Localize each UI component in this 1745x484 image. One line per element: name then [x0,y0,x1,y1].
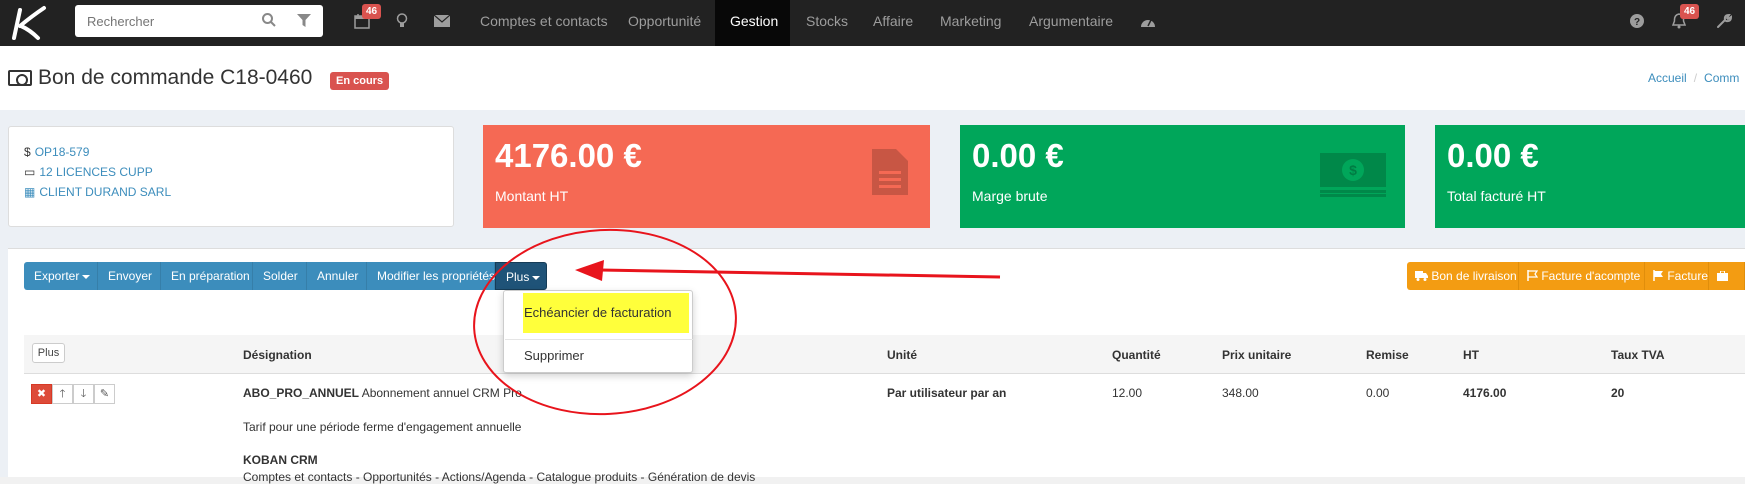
plus-dropdown-button[interactable]: Plus [495,262,547,290]
filter-icon[interactable] [297,14,311,28]
facture-acompte-button[interactable]: Facture d'acompte [1519,262,1645,290]
stat-label: Montant HT [495,188,569,204]
row-designation: ABO_PRO_ANNUEL Abonnement annuel CRM Pro [243,386,522,400]
row-quantite: 12.00 [1112,386,1143,400]
dropdown-supprimer[interactable]: Supprimer [504,348,694,363]
row-taux-tva: 20 [1611,386,1625,400]
info-opportunity[interactable]: $ OP18-579 [24,145,89,159]
row-remise: 0.00 [1366,386,1390,400]
row-ht: 4176.00 [1463,386,1507,400]
row-prix-unitaire: 348.00 [1222,386,1259,400]
money-icon: ▭ [24,165,36,179]
page-title: Bon de commande C18-0460 [38,66,313,89]
edit-row-button[interactable]: ✎ [94,384,115,404]
flag-icon [1653,270,1663,281]
row-unite: Par utilisateur par an [887,386,1007,400]
envelope-icon[interactable] [434,15,450,27]
dashboard-icon[interactable] [1139,13,1157,29]
breadcrumb-current[interactable]: Comm [1704,71,1739,85]
briefcase-icon [1717,270,1728,281]
lightbulb-icon[interactable] [396,13,408,29]
row-description-2: KOBAN CRM [243,453,318,467]
dollar-icon: $ [24,145,31,159]
nav-stocks[interactable]: Stocks [791,0,863,46]
plus-dropdown-menu: Echéancier de facturation Supprimer [503,290,693,373]
exporter-button[interactable]: Exporter [24,262,98,290]
col-prix-unitaire[interactable]: Prix unitaire [1222,348,1291,362]
nav-opportunite[interactable]: Opportunité [613,0,716,46]
koban-logo[interactable] [8,4,48,42]
dropdown-echeancier[interactable]: Echéancier de facturation [504,305,694,320]
status-badge: En cours [330,72,390,90]
search-box [75,5,323,37]
stat-total-facture: 0.00 € Total facturé HT [1435,125,1745,228]
solder-button[interactable]: Solder [253,262,307,290]
title-row: Bon de commande C18-0460 En cours Accuei… [0,46,1745,110]
nav-affaire[interactable]: Affaire [858,0,928,46]
dropdown-divider [505,339,693,340]
breadcrumb-home[interactable]: Accueil [1648,71,1687,85]
document-icon [872,149,908,195]
more-actions-button[interactable] [1709,262,1745,290]
annuler-button[interactable]: Annuler [307,262,367,290]
bon-livraison-button[interactable]: Bon de livraison [1407,262,1519,290]
product-code: ABO_PRO_ANNUEL [243,386,360,400]
breadcrumb: Accueil / Comm [1648,71,1740,85]
row-description-3: Comptes et contacts - Opportunités - Act… [243,470,756,484]
calendar-badge: 46 [362,4,382,19]
building-icon: ▦ [24,185,36,199]
money-icon: $ [1320,153,1386,197]
col-quantite[interactable]: Quantité [1112,348,1161,362]
stat-label: Marge brute [972,188,1048,204]
stat-label: Total facturé HT [1447,188,1546,204]
col-taux-tva[interactable]: Taux TVA [1611,348,1665,362]
wrench-icon[interactable] [1716,13,1732,29]
truck-icon [1415,271,1428,281]
nav-gestion[interactable]: Gestion [715,0,790,46]
info-client[interactable]: ▦ CLIENT DURAND SARL [24,185,171,199]
stat-marge-brute: 0.00 € Marge brute $ [960,125,1405,228]
table-plus-button[interactable]: Plus [32,343,65,363]
help-icon[interactable]: ? [1630,14,1644,28]
stat-value: 0.00 € [1447,137,1539,174]
delete-row-button[interactable]: ✖ [31,384,52,404]
svg-text:?: ? [1634,17,1640,28]
table-header: Plus Désignation Unité Quantité Prix uni… [24,335,1745,374]
search-input[interactable] [75,5,255,37]
col-designation[interactable]: Désignation [243,348,312,362]
top-navbar: 46 Comptes et contacts Opportunité Gesti… [0,0,1745,46]
notification-badge: 46 [1680,4,1700,19]
stat-value: 0.00 € [972,137,1064,174]
product-label: Abonnement annuel CRM Pro [361,386,522,400]
info-product[interactable]: ▭ 12 LICENCES CUPP [24,165,153,179]
col-ht[interactable]: HT [1463,348,1479,362]
envoyer-button[interactable]: Envoyer [98,262,161,290]
svg-text:$: $ [1349,162,1357,178]
nav-comptes-contacts[interactable]: Comptes et contacts [465,0,623,46]
stat-value: 4176.00 € [495,137,642,174]
stat-montant-ht: 4176.00 € Montant HT [483,125,930,228]
move-up-button[interactable]: 🡑 [52,384,73,404]
nav-marketing[interactable]: Marketing [925,0,1016,46]
facture-button[interactable]: Facture [1645,262,1709,290]
modifier-proprietes-button[interactable]: Modifier les propriétés [367,262,495,290]
col-remise[interactable]: Remise [1366,348,1409,362]
row-description-1: Tarif pour une période ferme d'engagemen… [243,420,522,434]
nav-argumentaire[interactable]: Argumentaire [1014,0,1128,46]
info-box: $ OP18-579 ▭ 12 LICENCES CUPP ▦ CLIENT DURA… [8,126,454,227]
search-icon[interactable] [261,12,277,28]
flag-icon [1527,270,1539,281]
move-down-button[interactable]: 🡓 [73,384,94,404]
en-preparation-button[interactable]: En préparation [161,262,253,290]
col-unite[interactable]: Unité [887,348,917,362]
money-icon [8,70,32,86]
